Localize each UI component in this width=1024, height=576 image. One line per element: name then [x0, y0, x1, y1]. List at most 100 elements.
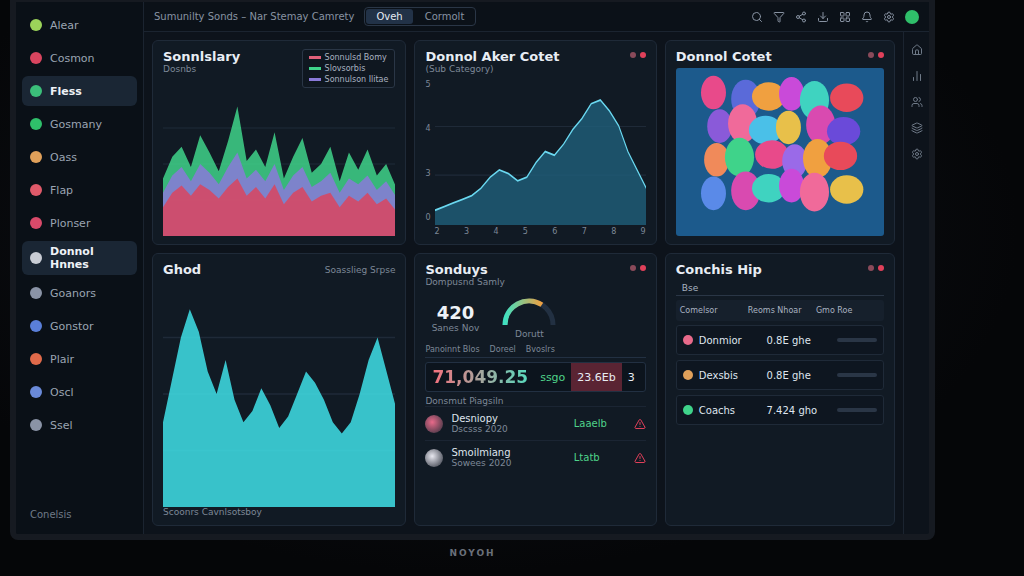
sidebar-item[interactable]: Cosmon	[22, 43, 137, 73]
sidebar-item[interactable]: Alear	[22, 10, 137, 40]
gear-icon[interactable]	[911, 148, 923, 160]
close-icon[interactable]	[640, 265, 646, 271]
sidebar: AlearCosmonFlessGosmanyOassFlapPlonserDo…	[16, 2, 144, 534]
map-region[interactable]	[701, 177, 726, 211]
sidebar-item[interactable]: Fless	[22, 76, 137, 106]
item-icon	[30, 184, 42, 196]
item-icon	[30, 52, 42, 64]
sidebar-item[interactable]: Plair	[22, 344, 137, 374]
download-icon[interactable]	[817, 11, 829, 23]
gear-icon[interactable]	[883, 11, 895, 23]
sidebar-item[interactable]: Gonstor	[22, 311, 137, 341]
map-region[interactable]	[800, 173, 829, 212]
panel-header: Donnol Aker Cotet(Sub Category)	[425, 49, 645, 74]
area-chart	[435, 78, 646, 225]
panel-title: Sonnlslary	[163, 49, 240, 64]
panel-title: Ghod	[163, 262, 201, 277]
main: Sumunilty Sonds – Nar Stemay CamretyOveh…	[144, 2, 929, 534]
item-icon	[30, 252, 42, 264]
list-row[interactable]: DesniopyDscsss 2020Laaelb	[425, 406, 645, 440]
row-title: Desniopy	[451, 413, 565, 424]
chart-area: 543023456789	[425, 78, 645, 236]
sidebar-item[interactable]: Goanors	[22, 278, 137, 308]
row-bar	[837, 373, 877, 377]
stat-label: Sanes Nov	[432, 323, 480, 333]
table-row[interactable]: Dexsbis0.8E ghe	[676, 360, 884, 390]
options-icon[interactable]	[868, 265, 874, 271]
grid-icon[interactable]	[839, 11, 851, 23]
panel-title-box: SonduysDompusnd Samly	[425, 262, 504, 287]
panel-header: Conchis Hip	[676, 262, 884, 277]
header-cell: Doreel	[490, 345, 516, 354]
map-region[interactable]	[830, 175, 863, 203]
map-region[interactable]	[701, 76, 726, 110]
search-icon[interactable]	[751, 11, 763, 23]
close-icon[interactable]	[878, 52, 884, 58]
sidebar-item[interactable]: Flap	[22, 175, 137, 205]
tab-group: OvehCormolt	[364, 7, 476, 26]
right-rail	[903, 32, 929, 534]
row-title: Smoilmiang	[451, 447, 565, 458]
options-icon[interactable]	[868, 52, 874, 58]
share-icon[interactable]	[795, 11, 807, 23]
monitor-stand: NOYOH	[10, 540, 935, 558]
chart-area	[163, 281, 395, 507]
stacked-area-chart	[163, 92, 395, 236]
header-cell: Bvoslrs	[526, 345, 555, 354]
series-area	[163, 178, 395, 236]
y-tick: 5	[425, 80, 430, 89]
sidebar-item[interactable]: Donnol Hnnes	[22, 241, 137, 275]
layers-icon[interactable]	[911, 122, 923, 134]
bell-icon[interactable]	[861, 11, 873, 23]
map-region[interactable]	[830, 84, 863, 112]
map-region[interactable]	[776, 111, 801, 145]
name-cell: Donmior	[683, 335, 763, 346]
row-text: SmoilmiangSowees 2020	[451, 447, 565, 468]
avatar-icon	[425, 415, 443, 433]
tab[interactable]: Cormolt	[415, 9, 475, 24]
row-bar	[837, 338, 877, 342]
legend-swatch	[309, 78, 321, 81]
sidebar-item[interactable]: Gosmany	[22, 109, 137, 139]
avatar-icon	[425, 449, 443, 467]
users-icon[interactable]	[911, 96, 923, 108]
map-region[interactable]	[827, 117, 860, 145]
sidebar-item[interactable]: Oscl	[22, 377, 137, 407]
avatar-icon[interactable]	[905, 10, 919, 24]
sidebar-item[interactable]: Plonser	[22, 208, 137, 238]
content: SonnlslaryDosnbsSonnulsd BomySlovsorbisS…	[144, 32, 929, 534]
map-area	[676, 68, 884, 236]
row-status: Ltatb	[574, 452, 626, 463]
x-tick: 7	[582, 227, 587, 236]
sidebar-item[interactable]: Ssel	[22, 410, 137, 440]
column-header: Reoms Nhoar	[748, 306, 812, 315]
map-region[interactable]	[779, 77, 804, 111]
item-icon	[30, 353, 42, 365]
map-region[interactable]	[824, 142, 857, 170]
name-cell: Dexsbis	[683, 370, 763, 381]
filter-icon[interactable]	[773, 11, 785, 23]
legend-item: Sonnulsd Bomy	[309, 53, 389, 62]
tab[interactable]: Oveh	[366, 9, 412, 24]
map-region[interactable]	[779, 169, 804, 203]
metric-value: ssgo	[534, 363, 571, 391]
close-icon[interactable]	[640, 52, 646, 58]
map-region[interactable]	[725, 138, 754, 177]
table-tab[interactable]: Bse	[676, 281, 884, 296]
options-icon[interactable]	[630, 265, 636, 271]
metric-value: 23.6Eb	[571, 363, 621, 391]
close-icon[interactable]	[878, 265, 884, 271]
item-icon	[30, 151, 42, 163]
list-row[interactable]: SmoilmiangSowees 2020 Ltatb	[425, 440, 645, 474]
chart-icon[interactable]	[911, 70, 923, 82]
page: AlearCosmonFlessGosmanyOassFlapPlonserDo…	[0, 0, 1024, 576]
options-icon[interactable]	[630, 52, 636, 58]
item-icon	[30, 118, 42, 130]
sidebar-item[interactable]: Oass	[22, 142, 137, 172]
y-tick: 4	[425, 124, 430, 133]
region-map	[676, 68, 884, 236]
home-icon[interactable]	[911, 44, 923, 56]
y-axis: 5430	[425, 78, 430, 236]
table-row[interactable]: Donmior0.8E ghe	[676, 325, 884, 355]
table-row[interactable]: Coachs7.424 gho	[676, 395, 884, 425]
